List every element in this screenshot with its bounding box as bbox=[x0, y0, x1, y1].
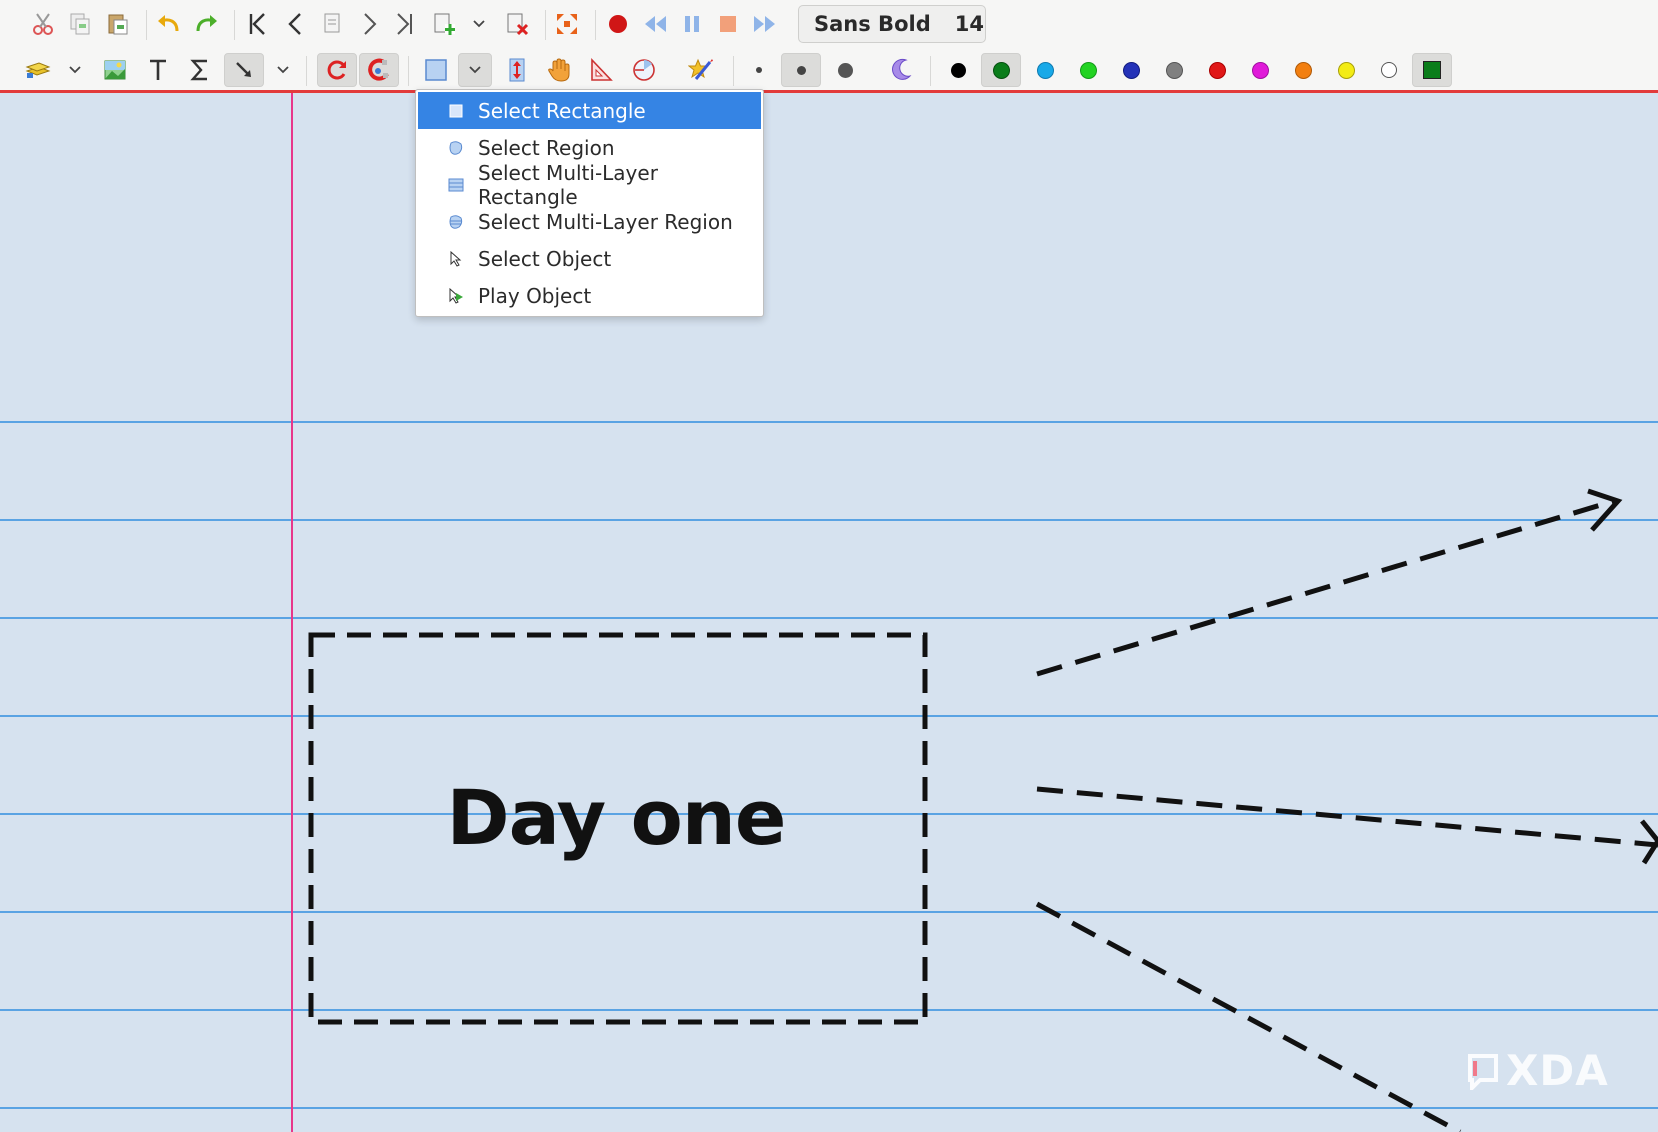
arrowhead-up bbox=[1587, 488, 1623, 532]
delete-page-icon[interactable] bbox=[500, 7, 534, 41]
page-jump-icon[interactable] bbox=[315, 7, 349, 41]
xda-logo-icon bbox=[1468, 1053, 1498, 1090]
fullscreen-icon[interactable] bbox=[550, 7, 584, 41]
color-black-button[interactable] bbox=[941, 53, 975, 87]
setsquare-icon[interactable] bbox=[584, 53, 618, 87]
compass-icon[interactable] bbox=[627, 53, 661, 87]
watermark-text: XDA bbox=[1506, 1046, 1609, 1095]
day-one-text[interactable]: Day one bbox=[308, 773, 924, 862]
fill-opacity-icon[interactable] bbox=[885, 53, 919, 87]
color-white-button[interactable] bbox=[1372, 53, 1406, 87]
color-orange-button[interactable] bbox=[1286, 53, 1320, 87]
menu-item-label: Select Multi-Layer Region bbox=[478, 209, 733, 234]
last-page-icon[interactable] bbox=[388, 7, 422, 41]
font-name: Sans Bold bbox=[814, 12, 931, 36]
menu-item-select-multilayer-rectangle[interactable]: Select Multi-Layer Rectangle bbox=[418, 161, 761, 209]
menu-item-select-object[interactable]: Select Object bbox=[418, 240, 761, 277]
add-page-icon[interactable] bbox=[427, 7, 461, 41]
select-region-icon bbox=[448, 140, 464, 156]
rewind-icon[interactable] bbox=[638, 7, 672, 41]
dashed-arrow-middle bbox=[1036, 786, 1658, 848]
image-icon[interactable] bbox=[98, 53, 132, 87]
menu-item-label: Select Rectangle bbox=[478, 98, 646, 123]
medium-pen-icon[interactable] bbox=[781, 53, 821, 87]
dashed-arrow-up bbox=[1036, 498, 1615, 677]
layer-icon[interactable] bbox=[20, 53, 54, 87]
next-page-icon[interactable] bbox=[352, 7, 386, 41]
vertical-space-tool-icon[interactable] bbox=[500, 53, 534, 87]
color-magenta-button[interactable] bbox=[1243, 53, 1277, 87]
thick-pen-icon[interactable] bbox=[828, 53, 862, 87]
previous-page-icon[interactable] bbox=[279, 7, 313, 41]
copy-icon[interactable] bbox=[63, 7, 97, 41]
grid-snap-icon[interactable] bbox=[359, 53, 399, 87]
page-canvas[interactable]: Day one XDA bbox=[0, 93, 1658, 1132]
font-size: 14 bbox=[954, 12, 984, 36]
fast-forward-icon[interactable] bbox=[748, 7, 782, 41]
shape-recognizer-icon[interactable] bbox=[684, 53, 718, 87]
menu-item-label: Select Multi-Layer Rectangle bbox=[478, 160, 658, 209]
menu-item-label: Select Object bbox=[478, 246, 612, 271]
select-tool-dropdown-chevron-icon[interactable] bbox=[458, 53, 492, 87]
color-light-blue-button[interactable] bbox=[1028, 53, 1062, 87]
paste-icon[interactable] bbox=[101, 7, 135, 41]
select-color-icon[interactable] bbox=[1412, 53, 1452, 87]
select-multilayer-rectangle-icon bbox=[448, 177, 464, 193]
select-rectangle-icon bbox=[448, 103, 464, 119]
cut-icon[interactable] bbox=[26, 7, 60, 41]
record-icon[interactable] bbox=[601, 7, 635, 41]
play-object-icon bbox=[448, 287, 464, 304]
redo-icon[interactable] bbox=[189, 7, 223, 41]
menu-item-select-multilayer-region[interactable]: Select Multi-Layer Region bbox=[418, 203, 761, 240]
color-red-button[interactable] bbox=[1200, 53, 1234, 87]
main-toolbar: Sans Bold 14 bbox=[0, 0, 1658, 93]
stop-icon[interactable] bbox=[711, 7, 745, 41]
menu-item-label: Play Object bbox=[478, 283, 592, 308]
math-tex-icon[interactable] bbox=[183, 53, 217, 87]
select-multilayer-region-icon bbox=[448, 214, 464, 230]
add-page-dropdown-chevron-icon[interactable] bbox=[468, 7, 490, 41]
toolbar-row-1: Sans Bold 14 bbox=[0, 4, 1658, 44]
toolbar-row-2 bbox=[0, 50, 1658, 90]
pause-icon[interactable] bbox=[675, 7, 709, 41]
menu-item-label: Select Region bbox=[478, 135, 615, 160]
color-blue-button[interactable] bbox=[1114, 53, 1148, 87]
fine-pen-icon[interactable] bbox=[742, 53, 776, 87]
font-selector-button[interactable]: Sans Bold 14 bbox=[798, 5, 986, 43]
select-object-icon bbox=[448, 250, 464, 267]
hand-tool-icon[interactable] bbox=[542, 53, 576, 87]
select-rectangle-icon[interactable] bbox=[419, 53, 453, 87]
first-page-icon[interactable] bbox=[240, 7, 274, 41]
rotation-snap-icon[interactable] bbox=[317, 53, 357, 87]
xda-watermark: XDA bbox=[1466, 1046, 1609, 1095]
canvas-drawing bbox=[308, 488, 1658, 1132]
dashed-arrow-down bbox=[1035, 901, 1462, 1132]
menu-item-play-object[interactable]: Play Object bbox=[418, 277, 761, 314]
color-gray-button[interactable] bbox=[1157, 53, 1191, 87]
menu-item-select-rectangle[interactable]: Select Rectangle bbox=[418, 92, 761, 129]
color-green-button[interactable] bbox=[1071, 53, 1105, 87]
drawing-type-dropdown-chevron-icon[interactable] bbox=[272, 53, 294, 87]
undo-icon[interactable] bbox=[152, 7, 186, 41]
text-icon[interactable] bbox=[141, 53, 175, 87]
vertical-space-icon[interactable] bbox=[224, 53, 264, 87]
select-tool-menu: Select Rectangle Select Region Select Mu… bbox=[415, 89, 764, 317]
color-dark-green-button[interactable] bbox=[981, 53, 1021, 87]
layer-dropdown-chevron-icon[interactable] bbox=[64, 53, 86, 87]
color-yellow-button[interactable] bbox=[1329, 53, 1363, 87]
